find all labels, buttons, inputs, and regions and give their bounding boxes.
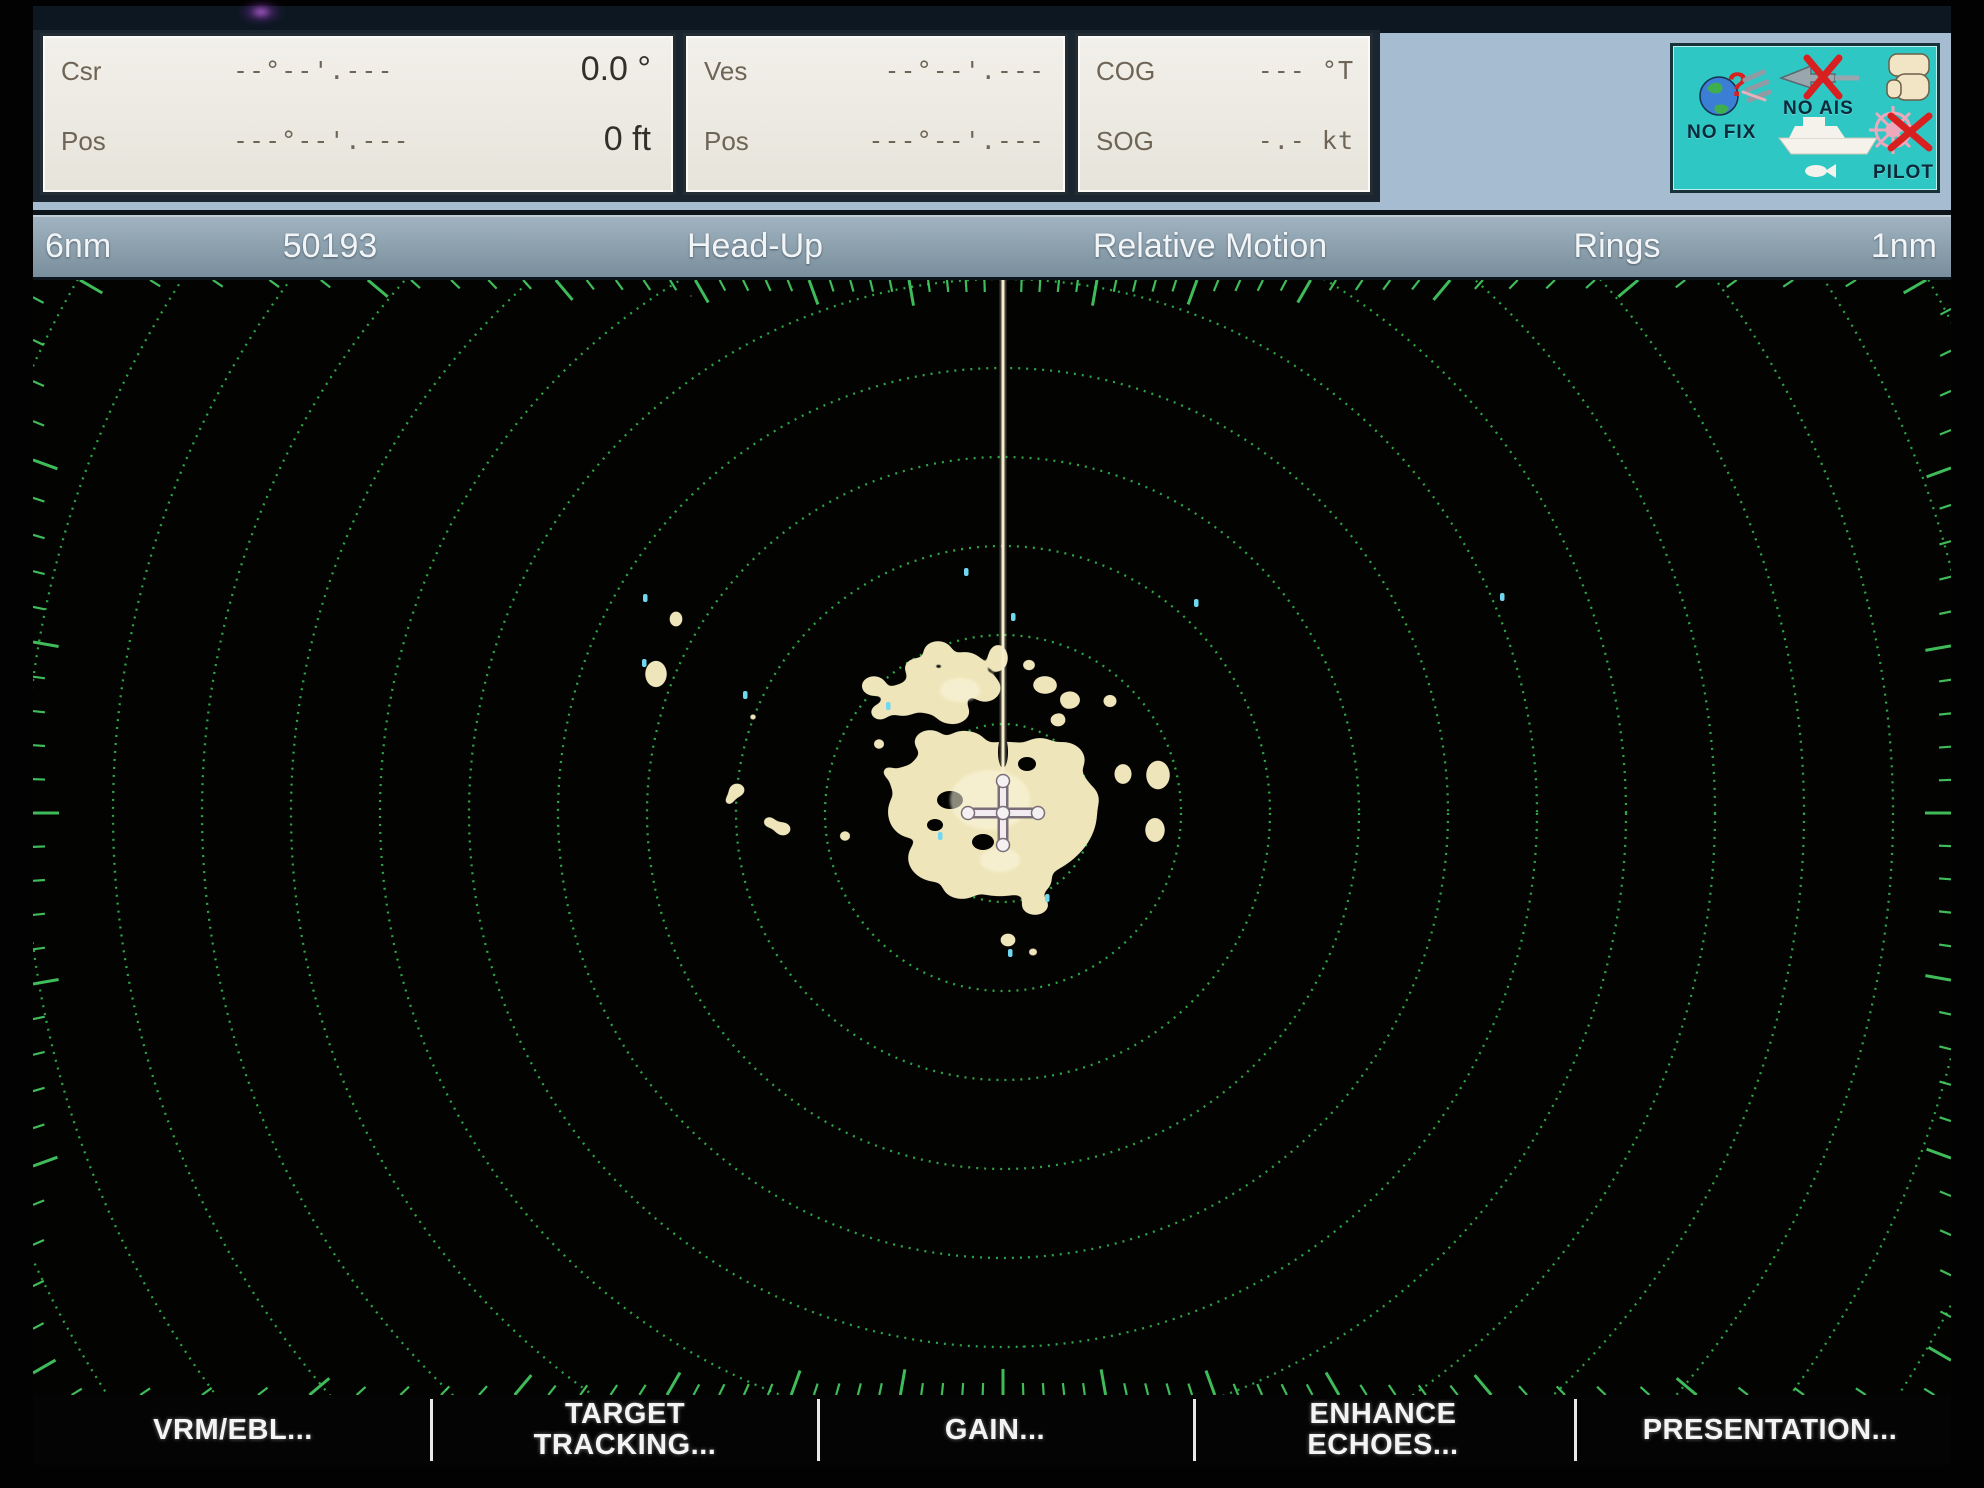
- orientation-mode[interactable]: Head-Up: [687, 227, 823, 266]
- menu-vrm-ebl[interactable]: VRM/EBL...: [153, 1395, 313, 1465]
- top-dark-band: [33, 6, 1951, 33]
- pos-depth-value: 0 ft: [604, 120, 651, 159]
- radar-ppi-area[interactable]: [33, 280, 1951, 1395]
- radar-echoes: [488, 280, 1170, 957]
- motion-mode[interactable]: Relative Motion: [1093, 227, 1327, 266]
- menu-divider: [817, 1399, 820, 1461]
- svg-text:?: ?: [1727, 66, 1748, 104]
- no-ais-icon: [1777, 54, 1863, 100]
- csr-label: Csr: [61, 56, 101, 87]
- radar-display: Csr --°--'.--- 0.0 ° Pos ---°--'.--- 0 f…: [0, 0, 1984, 1488]
- alarm-icon-panel: ? NO FIX: [1670, 43, 1940, 193]
- radar-status-bar: 6nm 50193 Head-Up Relative Motion Rings …: [33, 210, 1951, 282]
- menu-gain[interactable]: GAIN...: [945, 1395, 1045, 1465]
- sog-label: SOG: [1096, 126, 1154, 157]
- menu-presentation[interactable]: PRESENTATION...: [1643, 1395, 1898, 1465]
- ves-label: Ves: [704, 56, 747, 87]
- soft-key-menu: VRM/EBL... TARGET TRACKING... GAIN... EN…: [33, 1395, 1951, 1465]
- screen-area: Csr --°--'.--- 0.0 ° Pos ---°--'.--- 0 f…: [33, 6, 1951, 1465]
- pilot-wheel-icon: [1863, 98, 1937, 164]
- csr-value: --°--'.---: [233, 56, 394, 85]
- cog-value: --- °T: [1258, 56, 1354, 85]
- sog-value: -.- kt: [1258, 126, 1354, 155]
- menu-target-tracking[interactable]: TARGET TRACKING...: [534, 1395, 717, 1465]
- course-speed-panel: COG --- °T SOG -.- kt: [1075, 33, 1373, 195]
- no-fix-icon: ?: [1693, 62, 1771, 124]
- radar-plot: [33, 280, 1951, 1395]
- ves-pos-label: Pos: [704, 126, 749, 157]
- menu-enhance-echoes[interactable]: ENHANCE ECHOES...: [1307, 1395, 1458, 1465]
- no-fix-label: NO FIX: [1687, 122, 1756, 144]
- pos-label: Pos: [61, 126, 106, 157]
- pilot-label: PILOT: [1873, 162, 1934, 184]
- csr-bearing-value: 0.0 °: [581, 50, 651, 89]
- rings-label: Rings: [1574, 227, 1661, 266]
- menu-divider: [1574, 1399, 1577, 1461]
- scanner-code: 50193: [283, 227, 378, 266]
- cursor-position-panel: Csr --°--'.--- 0.0 ° Pos ---°--'.--- 0 f…: [40, 33, 676, 195]
- vessel-position-panel: Ves --°--'.--- Pos ---°--'.---: [683, 33, 1068, 195]
- cog-label: COG: [1096, 56, 1155, 87]
- camera-glare: [238, 0, 284, 24]
- ves-pos-value: ---°--'.---: [868, 126, 1045, 155]
- menu-divider: [430, 1399, 433, 1461]
- rings-interval: 1nm: [1871, 227, 1937, 266]
- top-data-bar: Csr --°--'.--- 0.0 ° Pos ---°--'.--- 0 f…: [33, 6, 1951, 210]
- range-value[interactable]: 6nm: [45, 227, 111, 266]
- fish-icon: [1803, 162, 1837, 180]
- pos-value: ---°--'.---: [233, 126, 410, 155]
- ves-value: --°--'.---: [884, 56, 1045, 85]
- menu-divider: [1193, 1399, 1196, 1461]
